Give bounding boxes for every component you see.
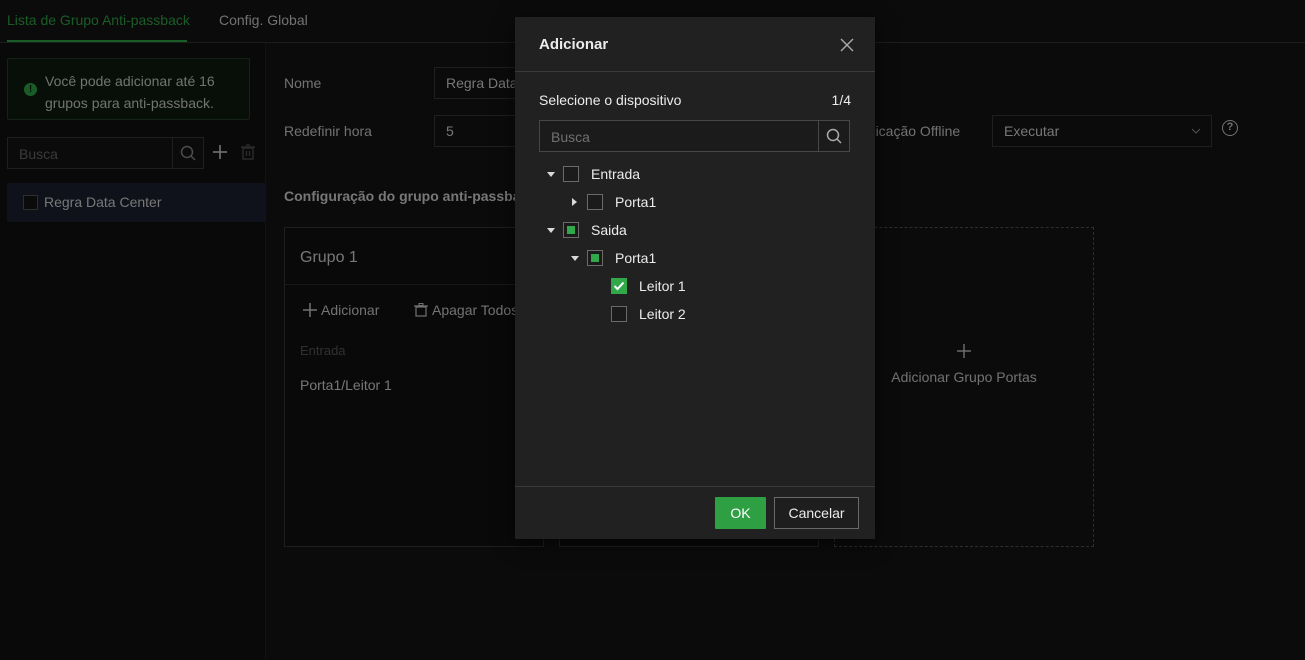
dialog-header-divider — [515, 71, 875, 72]
device-search-input[interactable]: Busca — [539, 120, 850, 152]
checkmark-icon — [613, 281, 625, 291]
tree-checkbox-checked[interactable] — [611, 278, 627, 294]
tree-checkbox-partial[interactable] — [587, 250, 603, 266]
search-button[interactable] — [818, 121, 849, 151]
add-device-dialog: Adicionar Selecione o dispositivo 1/4 Bu… — [515, 17, 875, 539]
close-icon[interactable] — [840, 38, 854, 52]
selection-count: 1/4 — [831, 92, 851, 108]
tree-node-label: Porta1 — [615, 194, 657, 210]
tree-node-label: Leitor 2 — [639, 306, 686, 322]
tree-node-label: Porta1 — [615, 250, 657, 266]
tree-node-label: Leitor 1 — [639, 278, 686, 294]
search-placeholder: Busca — [551, 129, 590, 145]
dialog-subtitle: Selecione o dispositivo — [539, 92, 682, 108]
expand-arrow-icon[interactable] — [547, 228, 555, 233]
dialog-title: Adicionar — [539, 36, 609, 53]
dialog-footer-divider — [515, 486, 875, 487]
tree-node-label: Saida — [591, 222, 627, 238]
tree-node-label: Entrada — [591, 166, 641, 182]
tree-checkbox-partial[interactable] — [563, 222, 579, 238]
ok-button[interactable]: OK — [715, 497, 766, 529]
tree-checkbox[interactable] — [563, 166, 579, 182]
tree-checkbox[interactable] — [587, 194, 603, 210]
expand-arrow-icon[interactable] — [571, 256, 579, 261]
collapse-arrow-icon[interactable] — [572, 198, 577, 206]
search-icon — [826, 128, 842, 144]
tree-checkbox[interactable] — [611, 306, 627, 322]
expand-arrow-icon[interactable] — [547, 172, 555, 177]
cancel-button[interactable]: Cancelar — [774, 497, 859, 529]
